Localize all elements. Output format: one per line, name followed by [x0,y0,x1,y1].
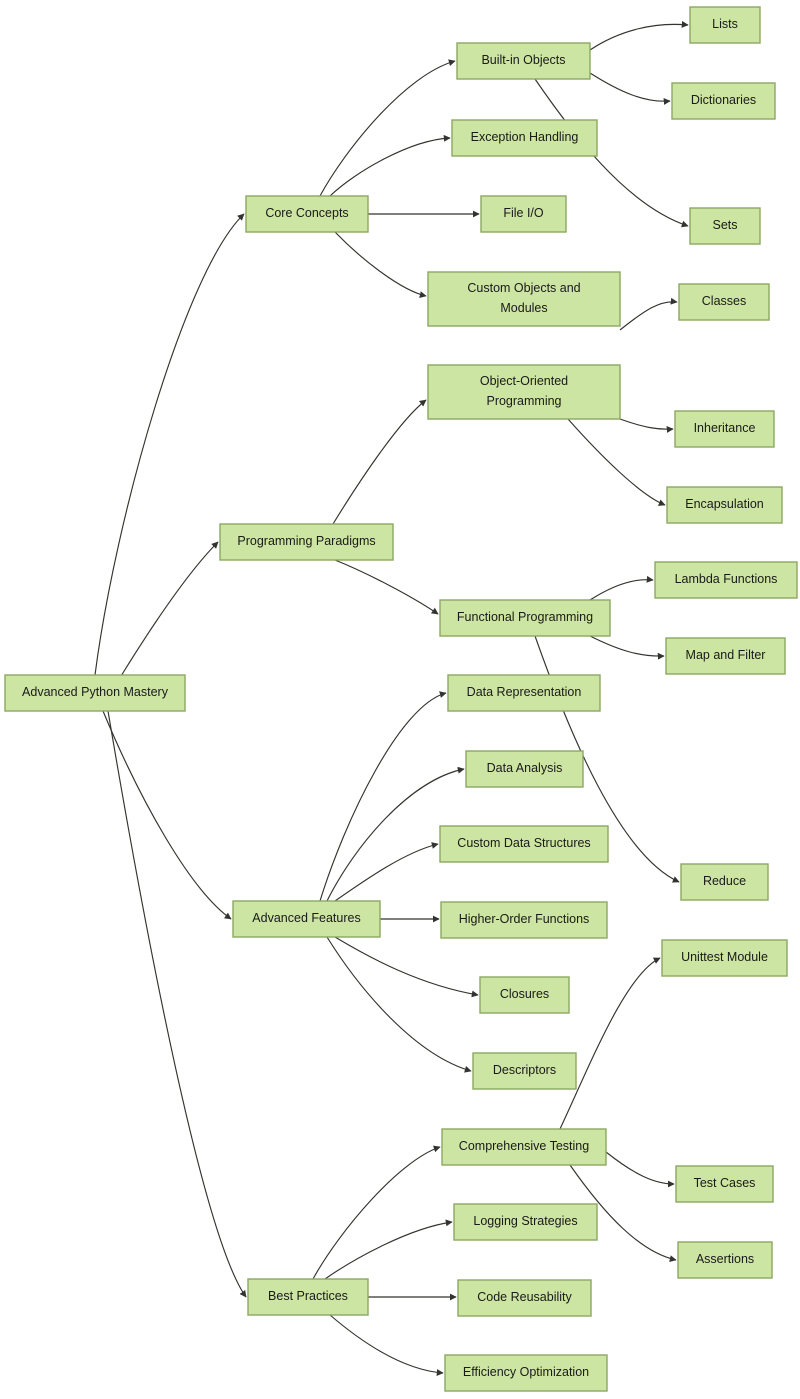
node-box-oop[interactable] [427,364,621,420]
node-descriptors[interactable]: Descriptors [472,1052,577,1090]
node-datarep[interactable]: Data Representation [447,674,601,712]
edge-best-to-efficiency [329,1314,444,1376]
node-logging[interactable]: Logging Strategies [453,1203,598,1241]
node-inheritance[interactable]: Inheritance [674,410,775,448]
node-efficiency[interactable]: Efficiency Optimization [444,1354,608,1392]
node-box-paradigms[interactable] [219,523,394,561]
node-box-inheritance[interactable] [674,410,775,448]
mind-map-canvas: Advanced Python Mastery Core Concepts Prog… [0,0,800,1399]
node-functional[interactable]: Functional Programming [439,599,611,637]
node-customds[interactable]: Custom Data Structures [439,825,609,863]
node-classes[interactable]: Classes [678,283,770,321]
node-box-hof[interactable] [440,901,608,939]
node-box-testcases[interactable] [675,1165,774,1203]
edge-advanced-to-closures [334,936,479,998]
edge-best-to-testing [312,1145,441,1280]
node-builtin[interactable]: Built-in Objects [456,42,591,80]
node-box-reduce[interactable] [680,863,769,901]
node-box-encapsulation[interactable] [666,486,783,524]
node-fileio[interactable]: File I/O [480,195,567,233]
node-box-lists[interactable] [689,6,761,44]
node-box-closures[interactable] [479,976,570,1014]
node-hof[interactable]: Higher-Order Functions [440,901,608,939]
node-lists[interactable]: Lists [689,6,761,44]
edge-testing-to-testcases [605,1151,675,1188]
nodes-layer: Advanced Python Mastery Core Concepts Prog… [4,6,798,1392]
node-closures[interactable]: Closures [479,976,570,1014]
node-unittest[interactable]: Unittest Module [661,939,788,977]
edge-root-to-best [107,710,247,1298]
edge-paradigms-to-oop [332,399,427,525]
node-box-logging[interactable] [453,1203,598,1241]
node-reduce[interactable]: Reduce [680,863,769,901]
edge-core-to-exception [329,134,451,197]
edge-core-to-custom [334,231,427,298]
node-reusability[interactable]: Code Reusability [457,1279,592,1317]
node-box-custom[interactable] [427,271,621,327]
edge-advanced-to-customds [334,842,439,902]
edge-root-to-core [94,213,245,676]
node-box-builtin[interactable] [456,42,591,80]
node-box-reusability[interactable] [457,1279,592,1317]
node-encapsulation[interactable]: Encapsulation [666,486,783,524]
node-box-customds[interactable] [439,825,609,863]
edge-root-to-advanced [102,710,232,920]
node-best[interactable]: Best Practices [247,1278,369,1316]
node-box-efficiency[interactable] [444,1354,608,1392]
node-box-testing[interactable] [441,1128,607,1166]
node-testcases[interactable]: Test Cases [675,1165,774,1203]
node-box-lambda[interactable] [654,561,798,599]
edge-paradigms-to-functional [334,559,439,615]
node-box-sets[interactable] [689,207,761,245]
node-core[interactable]: Core Concepts [245,195,369,233]
edge-oop-to-encapsulation [567,418,666,506]
edge-core-to-builtin [319,59,456,197]
edge-functional-to-mapfilter [589,635,665,660]
node-root[interactable]: Advanced Python Mastery [4,674,186,712]
node-box-unittest[interactable] [661,939,788,977]
edge-functional-to-lambda [589,575,654,601]
node-box-dicts[interactable] [671,82,776,120]
node-sets[interactable]: Sets [689,207,761,245]
node-custom[interactable]: Custom Objects and Modules [427,271,621,327]
mind-map-diagram: Advanced Python Mastery Core Concepts Prog… [4,6,798,1392]
node-oop[interactable]: Object-Oriented Programming [427,364,621,420]
edge-advanced-to-descriptors [326,936,472,1073]
edge-best-to-logging [324,1219,453,1280]
node-box-assertions[interactable] [677,1241,773,1279]
node-box-functional[interactable] [439,599,611,637]
node-lambda[interactable]: Lambda Functions [654,561,798,599]
node-dicts[interactable]: Dictionaries [671,82,776,120]
node-box-descriptors[interactable] [472,1052,577,1090]
node-box-advanced[interactable] [232,900,381,938]
node-box-datarep[interactable] [447,674,601,712]
node-box-fileio[interactable] [480,195,567,233]
node-box-best[interactable] [247,1278,369,1316]
edge-advanced-to-datarep [319,691,447,902]
node-advanced[interactable]: Advanced Features [232,900,381,938]
node-testing[interactable]: Comprehensive Testing [441,1128,607,1166]
edge-testing-to-unittest [559,957,661,1130]
node-paradigms[interactable]: Programming Paradigms [219,523,394,561]
node-assertions[interactable]: Assertions [677,1241,773,1279]
node-box-root[interactable] [4,674,186,712]
node-dataanalysis[interactable]: Data Analysis [465,750,584,788]
node-box-mapfilter[interactable] [665,637,786,675]
node-exception[interactable]: Exception Handling [451,119,598,157]
edge-oop-to-inheritance [619,418,674,433]
node-box-classes[interactable] [678,283,770,321]
node-box-exception[interactable] [451,119,598,157]
edge-oop-to-classes [619,297,678,331]
node-box-core[interactable] [245,195,369,233]
edge-builtin-to-lists [589,21,689,51]
node-mapfilter[interactable]: Map and Filter [665,637,786,675]
node-box-dataanalysis[interactable] [465,750,584,788]
edge-builtin-to-dicts [589,72,671,105]
